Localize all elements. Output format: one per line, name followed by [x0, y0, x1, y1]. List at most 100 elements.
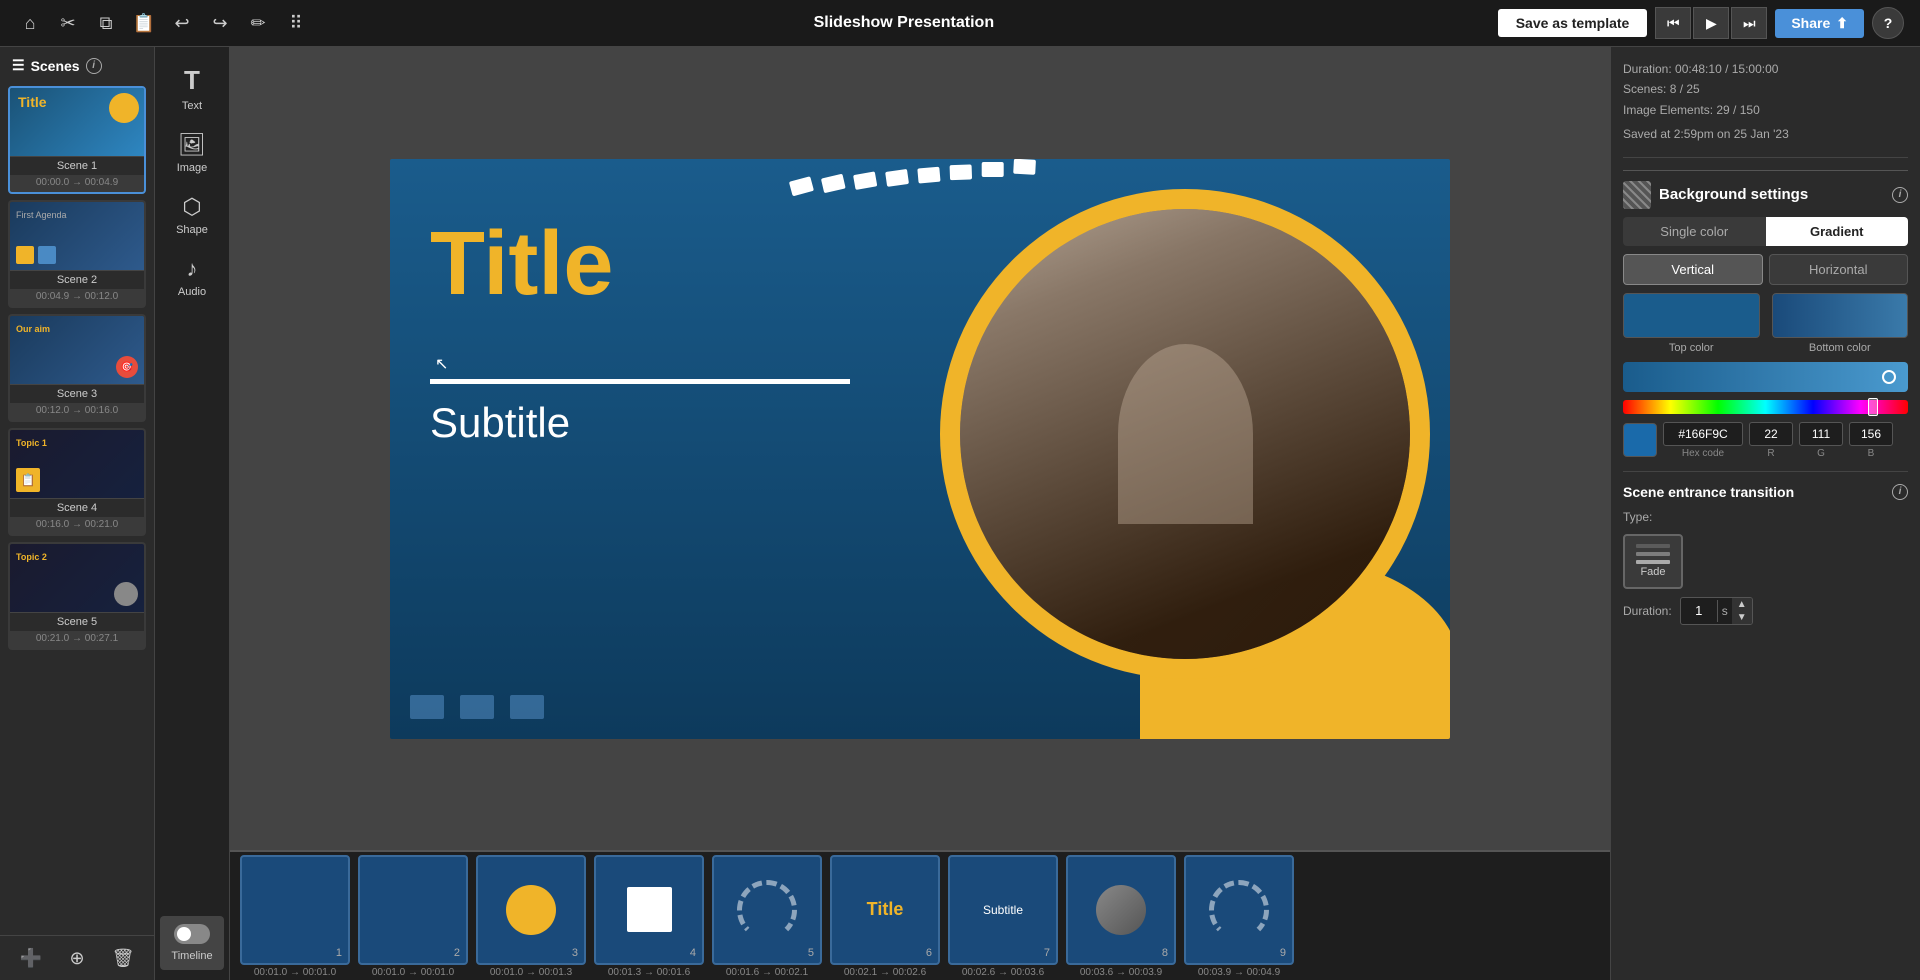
scene4-label: Scene 4 [10, 498, 144, 517]
paint-icon[interactable]: ✏ [244, 9, 272, 37]
play-next-button[interactable]: ⏭ [1731, 7, 1767, 39]
grid-icon[interactable]: ⠿ [282, 9, 310, 37]
divider-2 [1623, 471, 1908, 472]
tl-time-4: 00:01.3 → 00:01.6 [608, 967, 690, 978]
scene-item-5[interactable]: Topic 2 Scene 5 00:21.0 → 00:27.1 [8, 542, 146, 650]
tl-title-6: Title [867, 899, 904, 920]
bottom-color-swatch[interactable] [1772, 293, 1909, 338]
shape-tool[interactable]: ⬡ Shape [160, 186, 224, 244]
b-input[interactable] [1849, 422, 1893, 446]
hex-input-group: Hex code [1663, 422, 1743, 459]
duration-down-button[interactable]: ▼ [1732, 611, 1752, 624]
timeline-item-3[interactable]: 3 00:01.0 → 00:01.3 [476, 855, 586, 978]
timeline-item-2[interactable]: 2 00:01.0 → 00:01.0 [358, 855, 468, 978]
scene1-label: Scene 1 [10, 156, 144, 175]
audio-tool[interactable]: ♪ Audio [160, 248, 224, 306]
gradient-btn[interactable]: Gradient [1766, 217, 1909, 246]
scenes-list: Title Scene 1 00:00.0 → 00:04.9 First Ag… [0, 82, 154, 935]
scene-item-1[interactable]: Title Scene 1 00:00.0 → 00:04.9 [8, 86, 146, 194]
scenes-icon: ☰ [12, 57, 25, 74]
g-label: G [1817, 448, 1825, 459]
duplicate-scene-button[interactable]: ⊕ [63, 944, 91, 972]
bg-info-icon[interactable]: i [1892, 187, 1908, 203]
tl-num-5: 5 [808, 947, 814, 959]
timeline-item-9[interactable]: 9 00:03.9 → 00:04.9 [1184, 855, 1294, 978]
b-input-group: B [1849, 422, 1893, 459]
duration-input[interactable] [1681, 599, 1717, 622]
delete-scene-button[interactable]: 🗑 [109, 944, 137, 972]
copy-icon[interactable]: ⧉ [92, 9, 120, 37]
color-row: Top color Bottom color [1623, 293, 1908, 354]
g-input[interactable] [1799, 422, 1843, 446]
r-input[interactable] [1749, 422, 1793, 446]
scene-item-2[interactable]: First Agenda Scene 2 00:04.9 → 00:12.0 [8, 200, 146, 308]
redo-icon[interactable]: ↪ [206, 9, 234, 37]
undo-icon[interactable]: ↩ [168, 9, 196, 37]
deco-dots-top [790, 159, 1036, 195]
transition-header: Scene entrance transition i [1623, 484, 1908, 500]
canvas-title-text[interactable]: Title [430, 219, 613, 309]
timeline-item-8[interactable]: 8 00:03.6 → 00:03.9 [1066, 855, 1176, 978]
type-row: Type: [1623, 508, 1908, 526]
upload-icon: ⬆ [1836, 15, 1848, 32]
play-button[interactable]: ▶ [1693, 7, 1729, 39]
duration-up-button[interactable]: ▲ [1732, 598, 1752, 611]
top-color-box: Top color [1623, 293, 1760, 354]
cursor-arrow: ↖ [435, 354, 448, 374]
spectrum-bar[interactable] [1623, 400, 1908, 414]
image-icon: 🖼 [178, 132, 206, 158]
scenes-info-icon[interactable]: i [86, 58, 102, 74]
home-icon[interactable]: ⌂ [16, 9, 44, 37]
help-button[interactable]: ? [1872, 7, 1904, 39]
text-tool[interactable]: T Text [160, 57, 224, 120]
fade-line-2 [1636, 552, 1670, 556]
audio-label: Audio [178, 286, 206, 298]
tl-arc-5 [737, 880, 797, 940]
top-color-swatch[interactable] [1623, 293, 1760, 338]
scene2-time: 00:04.9 → 00:12.0 [10, 289, 144, 306]
tl-time-7: 00:02.6 → 00:03.6 [962, 967, 1044, 978]
share-button[interactable]: Share ⬆ [1775, 9, 1864, 38]
timeline-item-7[interactable]: Subtitle 7 00:02.6 → 00:03.6 [948, 855, 1058, 978]
type-label: Type: [1623, 510, 1652, 524]
timeline-tool[interactable]: Timeline [160, 916, 224, 970]
timeline-item-6[interactable]: Title 6 00:02.1 → 00:02.6 [830, 855, 940, 978]
timeline-label: Timeline [171, 950, 212, 962]
canvas-subtitle-text[interactable]: Subtitle [430, 399, 570, 447]
scene3-time: 00:12.0 → 00:16.0 [10, 403, 144, 420]
timeline-item-5[interactable]: 5 00:01.6 → 00:02.1 [712, 855, 822, 978]
image-label: Image [177, 162, 208, 174]
paste-icon[interactable]: 📋 [130, 9, 158, 37]
divider-1 [1623, 157, 1908, 158]
horizontal-btn[interactable]: Horizontal [1769, 254, 1909, 285]
vertical-btn[interactable]: Vertical [1623, 254, 1763, 285]
transition-info-icon[interactable]: i [1892, 484, 1908, 500]
color-preview-swatch[interactable] [1623, 423, 1657, 457]
tl-time-2: 00:01.0 → 00:01.0 [372, 967, 454, 978]
text-icon: T [184, 65, 200, 96]
cut-icon[interactable]: ✂ [54, 9, 82, 37]
timeline-item-4[interactable]: 4 00:01.3 → 00:01.6 [594, 855, 704, 978]
scene-item-3[interactable]: Our aim 🎯 Scene 3 00:12.0 → 00:16.0 [8, 314, 146, 422]
duration-row: Duration: s ▲ ▼ [1623, 597, 1908, 625]
direction-group: Vertical Horizontal [1623, 254, 1908, 285]
fade-transition-box[interactable]: Fade [1623, 534, 1683, 589]
timeline-item-1[interactable]: 1 00:01.0 → 00:01.0 [240, 855, 350, 978]
scene-item-4[interactable]: Topic 1 📋 Scene 4 00:16.0 → 00:21.0 [8, 428, 146, 536]
canvas[interactable]: Title Subtitle [390, 159, 1450, 739]
duration-unit: s [1717, 600, 1732, 622]
image-tool[interactable]: 🖼 Image [160, 124, 224, 182]
gradient-bar-handle[interactable] [1882, 370, 1896, 384]
tl-num-4: 4 [690, 947, 696, 959]
hex-label: Hex code [1682, 448, 1724, 459]
fade-line-3 [1636, 560, 1670, 564]
hex-input[interactable] [1663, 422, 1743, 446]
save-template-button[interactable]: Save as template [1498, 9, 1648, 37]
topbar-left: ⌂ ✂ ⧉ 📋 ↩ ↪ ✏ ⠿ [16, 9, 310, 37]
gradient-preview-bar[interactable] [1623, 362, 1908, 392]
scene1-title: Title [18, 94, 47, 110]
single-color-btn[interactable]: Single color [1623, 217, 1766, 246]
add-scene-button[interactable]: ➕ [17, 944, 45, 972]
topbar: ⌂ ✂ ⧉ 📋 ↩ ↪ ✏ ⠿ Slideshow Presentation S… [0, 0, 1920, 47]
play-prev-button[interactable]: ⏮ [1655, 7, 1691, 39]
